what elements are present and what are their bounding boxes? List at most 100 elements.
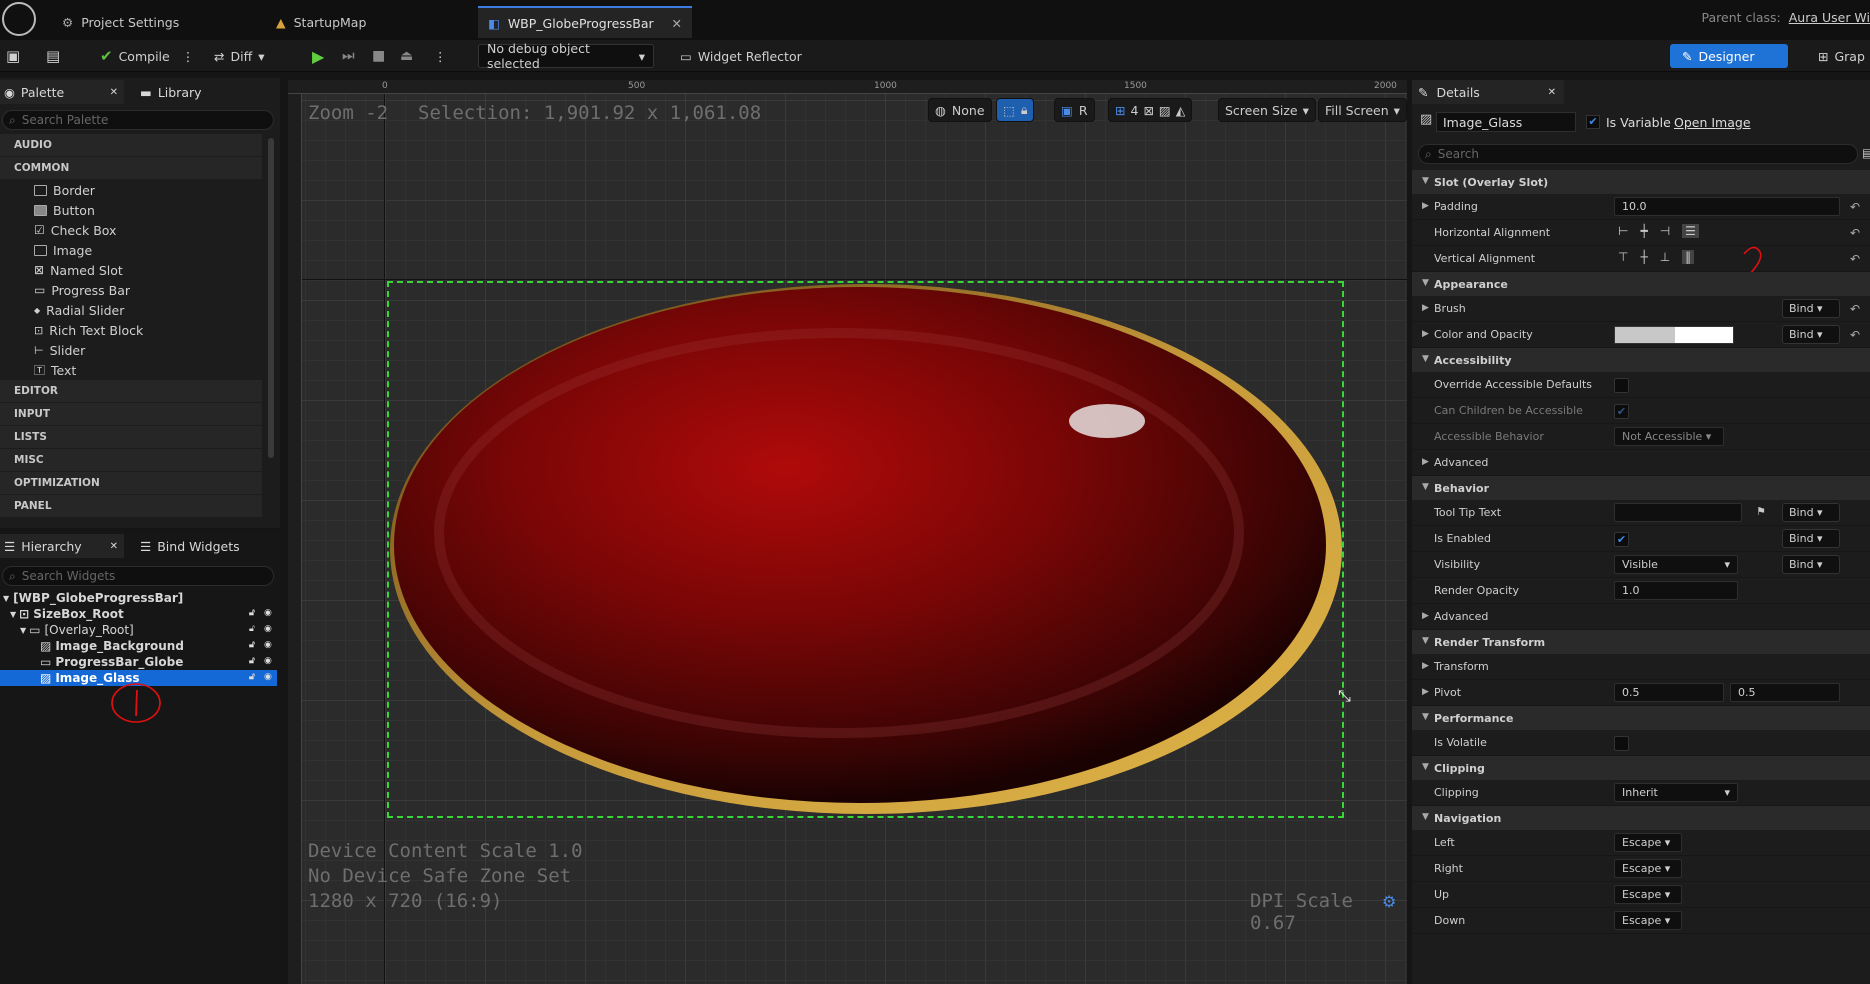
stop-button[interactable]: ■ [372,44,385,68]
more-icon[interactable]: ⋮ [182,49,195,64]
respect-locks-toggle[interactable]: ▣ R [1054,98,1095,122]
nav-down-select[interactable]: Escape ▾ [1614,911,1682,930]
bind-button[interactable]: Bind ▾ [1782,325,1840,344]
section-performance[interactable]: ▼ Performance [1412,706,1870,730]
padding-input[interactable]: 10.0 [1614,197,1840,216]
expand-icon[interactable]: ▶ [1422,303,1429,313]
palette-item-checkbox[interactable]: ☑ Check Box [34,220,116,240]
unreal-logo-icon[interactable] [2,2,36,36]
graph-button[interactable]: ⊞ Grap [1818,44,1865,68]
section-render-transform[interactable]: ▼ Render Transform [1412,630,1870,654]
tree-item-overlay[interactable]: ▼ ▭ [Overlay_Root] 🔓︎ ◉ [0,622,277,638]
tab-project-settings[interactable]: ⚙ Project Settings [52,6,189,38]
diff-button[interactable]: ⇄ Diff ▾ [214,44,264,68]
close-icon[interactable]: ✕ [672,16,682,31]
widget-name-field[interactable]: Image_Glass [1436,112,1576,132]
align-fill-icon[interactable]: ☰ [1682,224,1699,238]
lock-toggle[interactable]: ⬚ 🔒︎ [996,98,1035,122]
category-lists[interactable]: LISTS [0,426,262,448]
pivot-x-input[interactable]: 0.5 [1614,683,1724,702]
palette-scrollbar[interactable] [268,138,274,458]
palette-item-text[interactable]: 🅃 Text [34,360,76,380]
designer-viewport[interactable]: 0 500 1000 1500 2000 Zoom -2 Selection: … [288,80,1407,984]
nav-right-select[interactable]: Escape ▾ [1614,859,1682,878]
palette-item-button[interactable]: Button [34,200,95,220]
lock-icon[interactable]: 🔓︎ [249,624,258,634]
eye-icon[interactable]: ◉ [264,640,273,650]
section-appearance[interactable]: ▼ Appearance [1412,272,1870,296]
palette-item-slider[interactable]: ⊢ Slider [34,340,85,360]
palette-item-named-slot[interactable]: ⊠ Named Slot [34,260,123,280]
compile-button[interactable]: ✔ Compile ⋮ [100,44,194,68]
eye-icon[interactable]: ◉ [264,608,273,618]
reset-icon[interactable]: ↶ [1850,252,1860,266]
expand-icon[interactable]: ▶ [1422,611,1429,621]
hierarchy-tab[interactable]: ☰ Hierarchy ✕ [0,534,124,558]
localization-button[interactable]: ◍ None [928,98,992,122]
lock-icon[interactable]: 🔓︎ [249,672,258,682]
row-advanced-2[interactable]: ▶ Advanced [1412,604,1870,630]
align-left-icon[interactable]: ⊢ [1618,224,1628,238]
open-image-link[interactable]: Open Image [1674,115,1751,130]
designer-button[interactable]: ✎ Designer [1670,44,1788,68]
tree-item-root[interactable]: ▼ [WBP_GlobeProgressBar] [0,590,277,606]
expand-icon[interactable]: ▶ [1422,329,1429,339]
fill-screen-select[interactable]: Fill Screen ▾ [1318,98,1407,122]
bind-button[interactable]: Bind ▾ [1782,555,1840,574]
play-options-icon[interactable]: ⋮ [434,44,447,68]
palette-item-rich-text[interactable]: ⊡ Rich Text Block [34,320,143,340]
close-icon[interactable]: ✕ [1548,87,1556,98]
details-search-input[interactable]: ⌕ Search [1418,144,1858,164]
category-common[interactable]: COMMON [0,157,262,179]
flag-icon[interactable]: ⚑ [1756,505,1766,518]
reset-icon[interactable]: ↶ [1850,226,1860,240]
tree-item-sizebox[interactable]: ▼ ⊡ SizeBox_Root 🔓︎ ◉ [0,606,277,622]
is-variable-checkbox[interactable]: ✔ [1586,115,1600,129]
tree-item-progressbar-globe[interactable]: ▭ ProgressBar_Globe 🔓︎ ◉ [0,654,277,670]
save-button[interactable]: ▣ [6,44,20,68]
debug-object-select[interactable]: No debug object selected ▾ [478,41,654,71]
align-center-icon[interactable]: ┿ [1640,224,1647,238]
bind-widgets-tab[interactable]: ☰ Bind Widgets [140,534,240,558]
align-fill-v-icon[interactable]: ‖ [1682,250,1695,264]
row-transform[interactable]: ▶ Transform [1412,654,1870,680]
clipping-select[interactable]: Inherit ▾ [1614,783,1738,802]
eye-icon[interactable]: ◉ [264,672,273,682]
details-tab[interactable]: ✎ Details ✕ [1412,80,1564,104]
tooltip-input[interactable] [1614,503,1742,522]
eye-icon[interactable]: ◉ [264,624,273,634]
section-clipping[interactable]: ▼ Clipping [1412,756,1870,780]
render-opacity-input[interactable]: 1.0 [1614,581,1738,600]
category-misc[interactable]: MISC [0,449,262,471]
step-button[interactable]: ⏭ [342,44,355,68]
visibility-select[interactable]: Visible ▾ [1614,555,1738,574]
resize-handle-icon[interactable]: ⤡ [1338,686,1351,706]
section-navigation[interactable]: ▼ Navigation [1412,806,1870,830]
close-icon[interactable]: ✕ [110,541,118,552]
category-input[interactable]: INPUT [0,403,262,425]
palette-item-progress-bar[interactable]: ▭ Progress Bar [34,280,130,300]
section-slot[interactable]: ▼ Slot (Overlay Slot) [1412,170,1870,194]
hierarchy-search-input[interactable]: ⌕ Search Widgets [2,566,274,586]
expand-icon[interactable]: ▶ [1422,661,1429,671]
lock-icon[interactable]: 🔓︎ [249,608,258,618]
play-button[interactable]: ▶ [312,44,324,68]
nav-left-select[interactable]: Escape ▾ [1614,833,1682,852]
tab-startup-map[interactable]: ▲ StartupMap [266,6,376,38]
palette-search-input[interactable]: ⌕ Search Palette [2,110,274,130]
parent-class-link[interactable]: Aura User Wi [1789,10,1870,25]
is-volatile-checkbox[interactable] [1614,736,1629,751]
nav-up-select[interactable]: Escape ▾ [1614,885,1682,904]
reset-icon[interactable]: ↶ [1850,302,1860,316]
reset-icon[interactable]: ↶ [1850,328,1860,342]
close-icon[interactable]: ✕ [110,87,118,98]
bind-button[interactable]: Bind ▾ [1782,529,1840,548]
expand-icon[interactable]: ▶ [1422,687,1429,697]
details-options-icon[interactable]: ▤ [1862,146,1870,160]
category-editor[interactable]: EDITOR [0,380,262,402]
palette-tab[interactable]: ◉ Palette ✕ [0,80,124,104]
grid-snap-button[interactable]: ⊞ 4 ⊠ ▨ ◭ [1108,98,1193,122]
lock-icon[interactable]: 🔓︎ [249,656,258,666]
align-middle-icon[interactable]: ┼ [1640,250,1647,264]
eject-button[interactable]: ⏏ [400,44,413,68]
